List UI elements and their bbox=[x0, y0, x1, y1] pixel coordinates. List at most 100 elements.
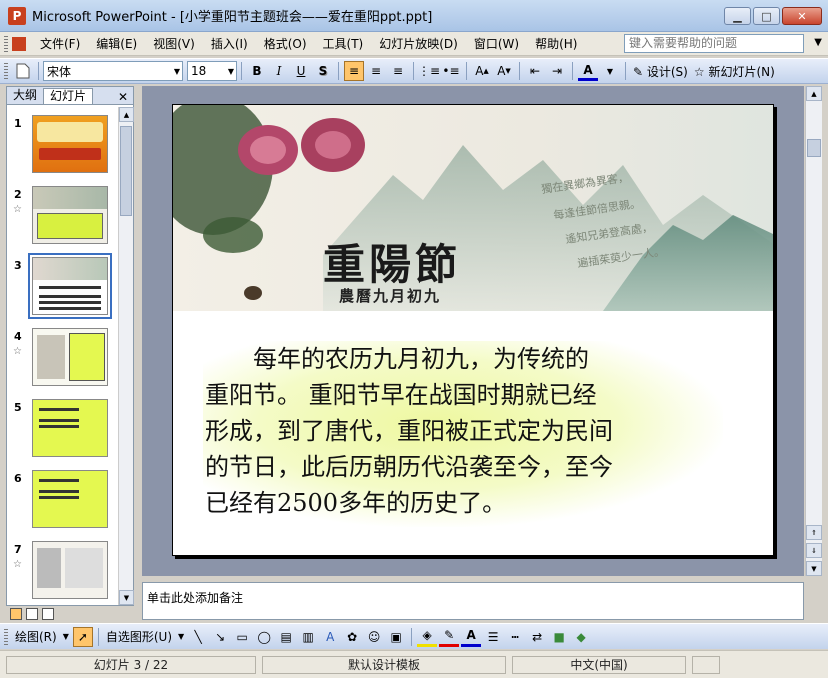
thumb-preview bbox=[32, 399, 108, 457]
toolbar-grip[interactable] bbox=[4, 63, 8, 79]
line-icon[interactable]: ╲ bbox=[188, 627, 208, 647]
menu-slideshow[interactable]: 幻灯片放映(D) bbox=[371, 35, 466, 52]
maximize-button[interactable]: □ bbox=[753, 7, 780, 25]
rectangle-icon[interactable]: ▭ bbox=[232, 627, 252, 647]
status-language: 中文(中国) bbox=[512, 655, 686, 674]
draw-menu-button[interactable]: 绘图(R) bbox=[12, 628, 60, 645]
scroll-thumb[interactable] bbox=[120, 126, 132, 216]
autoshapes-menu-button[interactable]: 自选图形(U) bbox=[103, 628, 175, 645]
slide-scrollbar[interactable]: ▲ ⇑ ⇓ ▼ bbox=[805, 86, 822, 576]
new-document-icon[interactable] bbox=[13, 61, 33, 81]
shadow-button[interactable]: S bbox=[313, 61, 333, 81]
previous-slide-icon[interactable]: ⇑ bbox=[806, 525, 822, 540]
bold-button[interactable]: B bbox=[247, 61, 267, 81]
close-button[interactable]: ✕ bbox=[782, 7, 822, 25]
scroll-down-icon[interactable]: ▼ bbox=[806, 561, 822, 576]
align-left-button[interactable]: ≡ bbox=[344, 61, 364, 81]
formatting-toolbar: 宋体 ▼ 18 ▼ B I U S ≡ ≡ ≡ ⋮≡ •≡ A ▲ A ▼ ⇤ ⇥ … bbox=[0, 58, 828, 84]
increase-font-icon[interactable]: A ▲ bbox=[472, 61, 492, 81]
menu-window[interactable]: 窗口(W) bbox=[466, 35, 527, 52]
scroll-up-icon[interactable]: ▲ bbox=[119, 107, 134, 122]
fill-color-icon[interactable]: ◈ bbox=[417, 627, 438, 647]
slide-subtitle[interactable]: 農曆九月初九 bbox=[339, 285, 441, 306]
current-slide[interactable]: 獨在異鄉為異客， 每逢佳節倍思親。 遙知兄弟登高處， 遍插茱萸少一人。 重陽節 … bbox=[172, 104, 774, 556]
menu-format[interactable]: 格式(O) bbox=[256, 35, 315, 52]
underline-button[interactable]: U bbox=[291, 61, 311, 81]
drawing-toolbar: 绘图(R) ▼ ➚ 自选图形(U) ▼ ╲ ↘ ▭ ◯ ▤ ▥ A ✿ ☺ ▣ … bbox=[0, 623, 828, 649]
arrow-icon[interactable]: ↘ bbox=[210, 627, 230, 647]
window-title: Microsoft PowerPoint - [小学重阳节主题班会——爱在重阳p… bbox=[32, 10, 433, 25]
bullets-icon[interactable]: •≡ bbox=[441, 61, 461, 81]
tab-outline[interactable]: 大纲 bbox=[7, 88, 43, 104]
tab-slides[interactable]: 幻灯片 bbox=[43, 88, 94, 104]
dash-style-icon[interactable]: ┅ bbox=[505, 627, 525, 647]
numbering-icon[interactable]: ⋮≡ bbox=[418, 61, 440, 81]
picture-icon[interactable]: ▣ bbox=[386, 627, 406, 647]
next-slide-icon[interactable]: ⇓ bbox=[806, 543, 822, 558]
textbox-icon[interactable]: ▤ bbox=[276, 627, 296, 647]
font-size-value: 18 bbox=[191, 64, 207, 78]
slide-thumbnail-5[interactable]: 5 bbox=[7, 399, 119, 459]
menu-insert[interactable]: 插入(I) bbox=[203, 35, 256, 52]
help-dropdown-icon[interactable]: ▼ bbox=[814, 37, 822, 48]
increase-indent-icon[interactable]: ⇥ bbox=[547, 61, 567, 81]
menu-grip[interactable] bbox=[4, 35, 8, 52]
slide-title[interactable]: 重陽節 bbox=[323, 231, 461, 292]
align-center-button[interactable]: ≡ bbox=[366, 61, 386, 81]
italic-button[interactable]: I bbox=[269, 61, 289, 81]
font-name-select[interactable]: 宋体 ▼ bbox=[43, 61, 183, 81]
slide-thumbnail-2[interactable]: 2 ☆ bbox=[7, 186, 119, 246]
slide-banner-image: 獨在異鄉為異客， 每逢佳節倍思親。 遙知兄弟登高處， 遍插茱萸少一人。 重陽節 … bbox=[173, 105, 773, 311]
menu-file[interactable]: 文件(F) bbox=[32, 35, 88, 52]
shadow-style-icon[interactable]: ■ bbox=[549, 627, 569, 647]
slide-sorter-view-icon[interactable] bbox=[26, 608, 38, 620]
menu-help[interactable]: 帮助(H) bbox=[527, 35, 585, 52]
help-search-input[interactable]: 键入需要帮助的问题 bbox=[624, 34, 804, 53]
slide-body-textbox[interactable]: 每年的农历九月初九，为传统的 重阳节。 重阳节早在战国时期就已经 形成，到了唐代… bbox=[205, 341, 725, 521]
line-color-icon[interactable]: ✎ bbox=[439, 627, 460, 647]
slides-pane-scrollbar[interactable]: ▲ ▼ bbox=[118, 107, 134, 605]
font-color-icon[interactable]: A bbox=[461, 627, 482, 647]
chevron-down-icon[interactable]: ▼ bbox=[600, 61, 620, 81]
normal-view-icon[interactable] bbox=[10, 608, 22, 620]
align-right-button[interactable]: ≡ bbox=[388, 61, 408, 81]
title-bar: P Microsoft PowerPoint - [小学重阳节主题班会——爱在重… bbox=[0, 0, 828, 32]
menu-view[interactable]: 视图(V) bbox=[145, 35, 203, 52]
thumb-number: 7 bbox=[14, 543, 22, 556]
vertical-textbox-icon[interactable]: ▥ bbox=[298, 627, 318, 647]
chevron-down-icon[interactable]: ▼ bbox=[175, 632, 187, 641]
menu-tools[interactable]: 工具(T) bbox=[315, 35, 372, 52]
select-pointer-icon[interactable]: ➚ bbox=[72, 626, 93, 647]
font-color-button[interactable]: A bbox=[578, 61, 598, 81]
notes-pane[interactable]: 单击此处添加备注 bbox=[142, 582, 804, 620]
slide-thumbnail-3[interactable]: 3 bbox=[7, 253, 119, 319]
slide-thumbnail-7[interactable]: 7 ☆ bbox=[7, 541, 119, 601]
design-button[interactable]: ✎ 设计(S) bbox=[630, 63, 691, 80]
arrow-style-icon[interactable]: ⇄ bbox=[527, 627, 547, 647]
slideshow-view-icon[interactable] bbox=[42, 608, 54, 620]
slide-thumbnail-4[interactable]: 4 ☆ bbox=[7, 328, 119, 388]
document-icon[interactable] bbox=[12, 36, 26, 51]
line-style-icon[interactable]: ☰ bbox=[483, 627, 503, 647]
slide-thumbnail-6[interactable]: 6 bbox=[7, 470, 119, 530]
scroll-thumb[interactable] bbox=[807, 139, 821, 157]
decrease-font-icon[interactable]: A ▼ bbox=[494, 61, 514, 81]
close-pane-icon[interactable]: ✕ bbox=[118, 90, 128, 104]
slide-thumbnail-1[interactable]: 1 bbox=[7, 115, 119, 175]
scroll-down-icon[interactable]: ▼ bbox=[119, 590, 134, 605]
diagram-icon[interactable]: ✿ bbox=[342, 627, 362, 647]
new-slide-button[interactable]: ☆ 新幻灯片(N) bbox=[691, 63, 778, 80]
thumb-number: 4 bbox=[14, 330, 22, 343]
scroll-up-icon[interactable]: ▲ bbox=[806, 86, 822, 101]
clipart-icon[interactable]: ☺ bbox=[364, 627, 384, 647]
font-size-select[interactable]: 18 ▼ bbox=[187, 61, 237, 81]
animation-star-icon: ☆ bbox=[13, 559, 22, 570]
decrease-indent-icon[interactable]: ⇤ bbox=[525, 61, 545, 81]
oval-icon[interactable]: ◯ bbox=[254, 627, 274, 647]
drawbar-grip[interactable] bbox=[4, 628, 8, 645]
menu-edit[interactable]: 编辑(E) bbox=[88, 35, 145, 52]
3d-style-icon[interactable]: ◆ bbox=[571, 627, 591, 647]
minimize-button[interactable]: ▁ bbox=[724, 7, 751, 25]
wordart-icon[interactable]: A bbox=[320, 627, 340, 647]
chevron-down-icon[interactable]: ▼ bbox=[60, 632, 72, 641]
